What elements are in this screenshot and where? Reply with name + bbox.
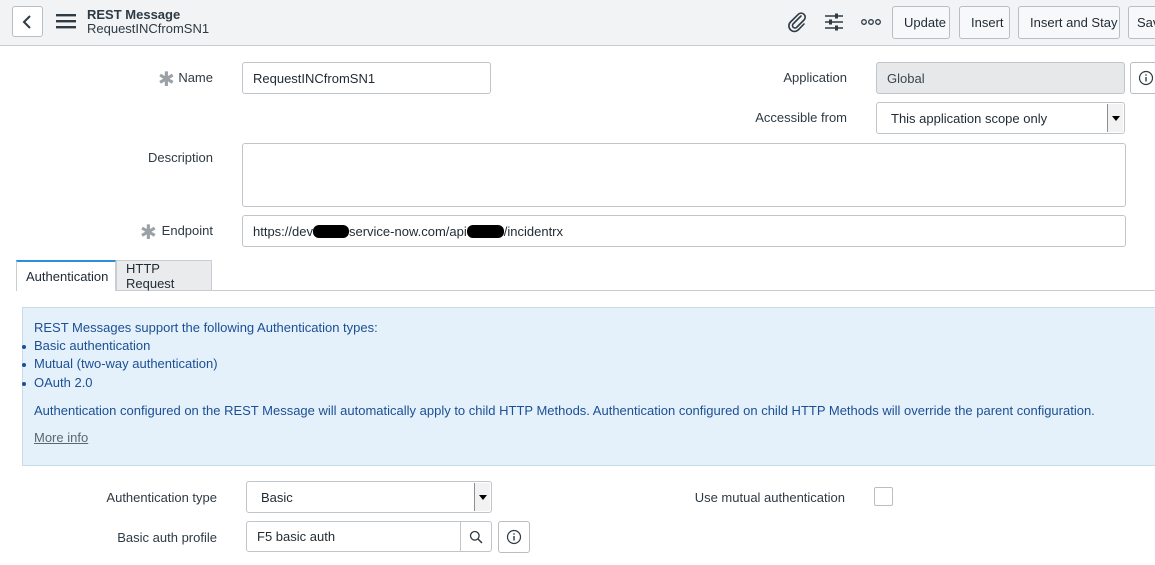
application-info-button[interactable] bbox=[1130, 62, 1155, 94]
tab-authentication[interactable]: Authentication bbox=[16, 260, 116, 291]
more-options-button[interactable] bbox=[860, 11, 882, 33]
basic-auth-profile-label: Basic auth profile bbox=[117, 530, 217, 545]
tab-http-request[interactable]: HTTP Request bbox=[116, 260, 212, 291]
application-label: Application bbox=[783, 70, 847, 85]
info-item-mutual: Mutual (two-way authentication) bbox=[34, 356, 218, 371]
personalize-form-button[interactable] bbox=[823, 11, 845, 33]
record-type-title: REST Message bbox=[87, 7, 181, 22]
menu-icon[interactable] bbox=[56, 13, 76, 29]
update-button[interactable]: Update bbox=[892, 6, 950, 39]
authentication-info-message: REST Messages support the following Auth… bbox=[22, 307, 1155, 466]
info-icon bbox=[1138, 70, 1154, 86]
attachment-button[interactable] bbox=[786, 11, 808, 33]
back-button[interactable] bbox=[12, 6, 43, 37]
dropdown-arrow-icon[interactable] bbox=[474, 483, 490, 511]
redaction-mark bbox=[466, 224, 504, 238]
endpoint-value-start: https://dev bbox=[253, 223, 313, 239]
name-field[interactable]: RequestINCfromSN1 bbox=[242, 62, 491, 94]
info-item-oauth: OAuth 2.0 bbox=[34, 375, 93, 390]
accessible-from-value: This application scope only bbox=[891, 110, 1048, 126]
bullet-icon bbox=[22, 382, 26, 386]
authentication-type-value: Basic bbox=[261, 489, 293, 505]
paperclip-icon bbox=[788, 12, 806, 33]
info-item-basic: Basic authentication bbox=[34, 338, 151, 353]
bullet-icon bbox=[22, 363, 26, 367]
info-intro: REST Messages support the following Auth… bbox=[34, 320, 378, 335]
name-label: Name bbox=[178, 70, 213, 85]
bullet-icon bbox=[22, 345, 26, 349]
accessible-from-select[interactable]: This application scope only bbox=[876, 102, 1125, 134]
endpoint-value-end: /incidentrx bbox=[503, 223, 564, 239]
accessible-from-label: Accessible from bbox=[755, 110, 847, 125]
application-field: Global bbox=[876, 62, 1125, 94]
record-name-subtitle: RequestINCfromSN1 bbox=[87, 21, 210, 36]
sliders-icon bbox=[825, 13, 843, 31]
endpoint-field[interactable]: https://dev service-now.com/api /inciden… bbox=[242, 215, 1126, 247]
insert-button[interactable]: Insert bbox=[959, 6, 1010, 39]
description-textarea[interactable] bbox=[242, 143, 1126, 207]
dropdown-arrow-icon[interactable] bbox=[1107, 104, 1123, 132]
use-mutual-authentication-checkbox[interactable] bbox=[874, 487, 893, 506]
more-info-link[interactable]: More info bbox=[34, 430, 88, 445]
redaction-mark bbox=[312, 224, 349, 238]
insert-and-stay-button[interactable]: Insert and Stay bbox=[1018, 6, 1120, 39]
more-icon bbox=[861, 19, 881, 25]
search-icon bbox=[469, 530, 483, 544]
back-icon bbox=[22, 14, 31, 29]
authentication-type-label: Authentication type bbox=[106, 490, 217, 505]
endpoint-value-middle: service-now.com/api bbox=[348, 223, 467, 239]
authentication-type-select[interactable]: Basic bbox=[246, 481, 492, 513]
save-button[interactable]: Save bbox=[1128, 6, 1155, 39]
profile-info-button[interactable] bbox=[498, 521, 530, 553]
basic-auth-profile-field[interactable]: F5 basic auth bbox=[246, 521, 461, 552]
info-note: Authentication configured on the REST Me… bbox=[34, 403, 1095, 418]
lookup-button[interactable] bbox=[460, 521, 492, 552]
description-label: Description bbox=[147, 150, 213, 165]
info-icon bbox=[506, 529, 522, 545]
use-mutual-authentication-label: Use mutual authentication bbox=[694, 490, 845, 505]
form-header: REST Message RequestINCfromSN1 Update In… bbox=[0, 0, 1155, 46]
endpoint-label: Endpoint bbox=[161, 223, 213, 238]
